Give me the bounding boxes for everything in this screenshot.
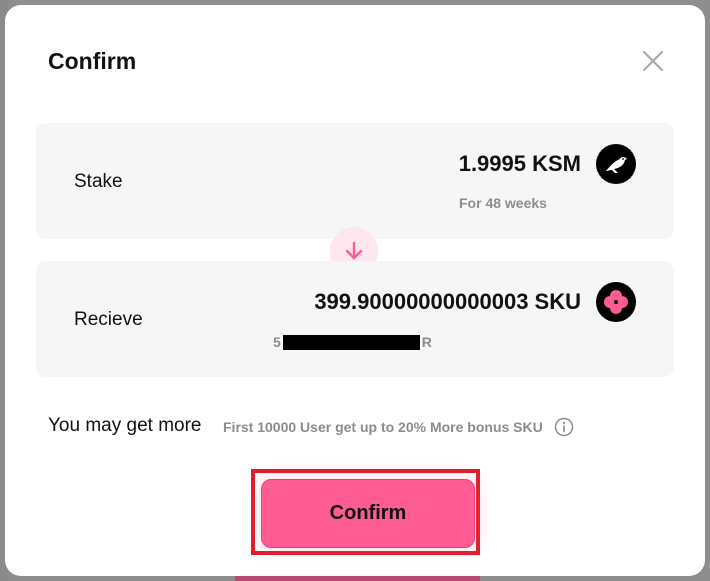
bonus-title: You may get more (48, 415, 202, 436)
stake-duration: For 48 weeks (459, 195, 547, 211)
confirm-modal: Confirm Stake 1.9995 KSM For 48 weeks Re… (5, 5, 705, 576)
address-prefix: 5 (273, 334, 281, 350)
receive-address: 5 R (273, 334, 432, 350)
address-suffix: R (421, 334, 432, 350)
stake-amount: 1.9995 KSM (458, 151, 581, 176)
sku-flower-icon (596, 282, 636, 322)
modal-title: Confirm (48, 48, 137, 74)
kusama-bird-icon (596, 144, 636, 184)
stake-card: Stake 1.9995 KSM For 48 weeks (36, 123, 674, 239)
redacted-address (282, 334, 420, 350)
confirm-button[interactable]: Confirm (261, 479, 475, 548)
receive-label: Recieve (74, 309, 143, 330)
stake-label: Stake (74, 171, 123, 192)
close-icon[interactable] (640, 48, 666, 74)
receive-card: Recieve 399.90000000000003 SKU 5 R (36, 261, 674, 377)
bonus-text: First 10000 User get up to 20% More bonu… (223, 419, 543, 435)
receive-amount: 399.90000000000003 SKU (314, 289, 581, 314)
info-icon[interactable] (554, 417, 574, 437)
